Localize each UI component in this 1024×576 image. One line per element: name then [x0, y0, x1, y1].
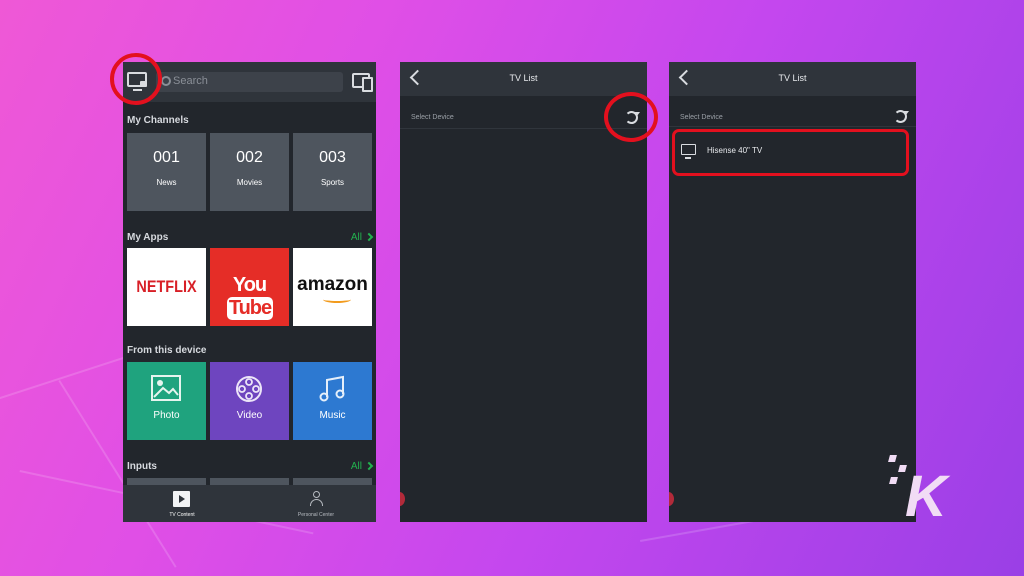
- channel-number: 001: [153, 149, 180, 166]
- play-icon[interactable]: [173, 491, 190, 507]
- netflix-logo: NETFLIX: [136, 277, 197, 296]
- highlight-box: [672, 129, 909, 176]
- amazon-logo: amazon: [297, 274, 368, 295]
- page-title: TV List: [509, 73, 538, 83]
- watermark-logo: K: [905, 464, 947, 529]
- channel-name: Movies: [236, 178, 263, 187]
- channel-tile[interactable]: 001 News: [127, 133, 206, 211]
- select-device-label: Select Device: [680, 114, 723, 121]
- tab-personal-center[interactable]: Personal Center: [276, 512, 356, 518]
- device-tile-video[interactable]: Video: [210, 362, 289, 440]
- chevron-right-icon: [364, 232, 374, 242]
- highlight-ring: [604, 92, 658, 142]
- section-title-my-apps: My Apps: [127, 232, 169, 243]
- app-tile-netflix[interactable]: NETFLIX: [127, 248, 206, 326]
- chevron-right-icon: [364, 461, 374, 471]
- floating-dot: [400, 492, 405, 506]
- film-reel-icon: [236, 376, 262, 402]
- devices-icon[interactable]: [352, 73, 373, 92]
- highlight-ring: [110, 53, 162, 105]
- channel-tile[interactable]: 003 Sports: [293, 133, 372, 211]
- channel-name: News: [156, 178, 177, 187]
- app-tile-amazon[interactable]: amazon: [293, 248, 372, 326]
- person-icon[interactable]: [310, 491, 323, 507]
- device-tile-photo[interactable]: Photo: [127, 362, 206, 440]
- youtube-logo: YouTube: [210, 274, 289, 320]
- bottom-tab-bar: TV Content Personal Center: [123, 485, 376, 522]
- all-apps-link[interactable]: All: [351, 232, 362, 243]
- divider: [669, 126, 916, 127]
- all-inputs-link[interactable]: All: [351, 461, 362, 472]
- youtube-logo-you: You: [232, 274, 267, 296]
- search-icon: [161, 76, 171, 86]
- select-device-label: Select Device: [411, 114, 454, 121]
- search-placeholder: Search: [173, 75, 208, 87]
- channel-number: 002: [236, 149, 263, 166]
- floating-dot: [669, 492, 674, 506]
- photo-icon: [151, 375, 181, 401]
- device-tile-label: Photo: [153, 410, 180, 421]
- device-tile-music[interactable]: Music: [293, 362, 372, 440]
- channel-name: Sports: [320, 178, 345, 187]
- channel-number: 003: [319, 149, 346, 166]
- device-tile-label: Music: [319, 410, 346, 421]
- phone-screen-home: Search My Channels 001 News 002 Movies 0…: [123, 62, 376, 522]
- page-title: TV List: [778, 73, 807, 83]
- refresh-icon[interactable]: [894, 110, 909, 123]
- app-tile-youtube[interactable]: YouTube: [210, 248, 289, 326]
- tab-tv-content[interactable]: TV Content: [142, 512, 222, 518]
- channel-tile[interactable]: 002 Movies: [210, 133, 289, 211]
- device-tile-label: Video: [236, 410, 263, 421]
- section-title-inputs: Inputs: [127, 461, 157, 472]
- music-note-icon: [319, 375, 345, 402]
- section-title-from-device: From this device: [127, 345, 207, 356]
- section-title-my-channels: My Channels: [127, 115, 189, 126]
- amazon-smile-icon: [323, 296, 351, 303]
- youtube-logo-tube: Tube: [226, 297, 274, 320]
